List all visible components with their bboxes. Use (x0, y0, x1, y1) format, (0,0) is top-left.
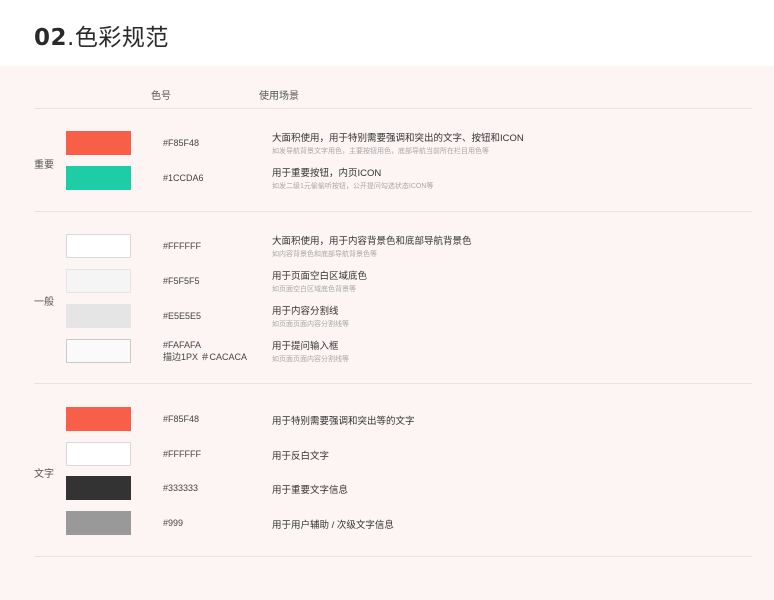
color-code: #999 (163, 518, 184, 528)
usage-example: 如内容背景色和底部导航背景色等 (272, 251, 377, 258)
usage-example: 如发导航背景文字用色，主要按钮用色，底部导航当前所在栏目用色等 (272, 148, 489, 155)
color-swatch (66, 407, 131, 431)
title-text: .色彩规范 (67, 25, 169, 51)
title-number: 02 (34, 25, 68, 51)
usage-description: 用于用户辅助 / 次级文字信息 (272, 520, 394, 531)
color-swatch (66, 304, 131, 328)
usage-example: 如页面页面内容分割线等 (272, 321, 349, 328)
color-code: #F85F48 (163, 138, 200, 148)
header-usage: 使用场景 (259, 91, 299, 102)
group-label: 一般 (34, 297, 54, 308)
usage-description: 用于页面空白区域底色 (272, 271, 368, 282)
usage-description: 用于特别需要强调和突出等的文字 (272, 416, 415, 427)
color-code: #333333 (163, 483, 199, 493)
divider (34, 211, 752, 212)
color-swatch (66, 166, 131, 190)
color-swatch (66, 339, 131, 363)
usage-example: 如页面页面内容分割线等 (272, 356, 349, 363)
color-swatch (66, 442, 131, 466)
color-code: #FFFFFF (163, 449, 201, 459)
page-title: 02.色彩规范 (34, 18, 169, 52)
color-swatch (66, 269, 131, 293)
header-code: 色号 (151, 91, 171, 102)
color-code-extra: 描边1PX ＃CACACA (163, 352, 248, 362)
usage-description: 用于内容分割线 (272, 306, 339, 317)
color-swatch (66, 131, 131, 155)
color-code: #E5E5E5 (163, 311, 202, 321)
group-label: 重要 (34, 160, 54, 171)
divider (34, 556, 752, 557)
color-swatch (66, 511, 131, 535)
usage-description: 用于提问输入框 (272, 341, 339, 352)
color-code: #F85F48 (163, 414, 200, 424)
usage-description: 用于反白文字 (272, 451, 330, 462)
usage-example: 如页面空白区域底色背景等 (272, 286, 356, 293)
color-code: #1CCDA6 (163, 173, 204, 183)
usage-description: 用于重要按钮，内页ICON (272, 168, 382, 179)
usage-description: 大面积使用，用于内容背景色和底部导航背景色 (272, 236, 472, 247)
usage-description: 用于重要文字信息 (272, 485, 349, 496)
group-label: 文字 (34, 469, 54, 480)
color-swatch (66, 476, 131, 500)
divider (34, 383, 752, 384)
color-swatch (66, 234, 131, 258)
divider (34, 108, 752, 109)
color-code: #F5F5F5 (163, 276, 200, 286)
usage-description: 大面积使用，用于特别需要强调和突出的文字、按钮和ICON (272, 133, 524, 144)
usage-example: 如发二级1元偷偷听按钮，公开提问勾选状态ICON等 (272, 183, 434, 190)
color-code: #FFFFFF (163, 241, 201, 251)
